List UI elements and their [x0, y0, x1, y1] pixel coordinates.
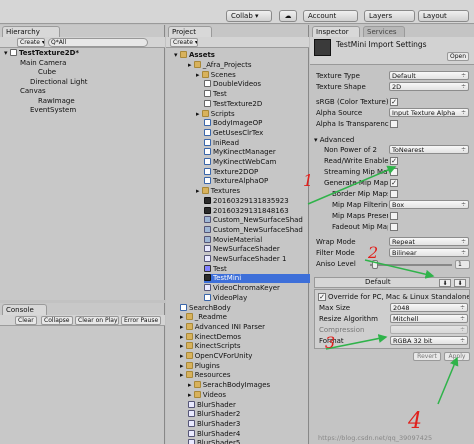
arrow-2 — [364, 259, 435, 279]
arrow-1 — [307, 165, 397, 205]
annotation-1: 1 — [303, 171, 313, 190]
annotation-2: 2 — [367, 243, 378, 262]
annotation-3: 3 — [325, 333, 335, 352]
arrow-4 — [437, 356, 459, 405]
annotation-4: 4 — [407, 409, 422, 434]
annotation-overlay: 1 2 3 4 — [303, 165, 459, 434]
